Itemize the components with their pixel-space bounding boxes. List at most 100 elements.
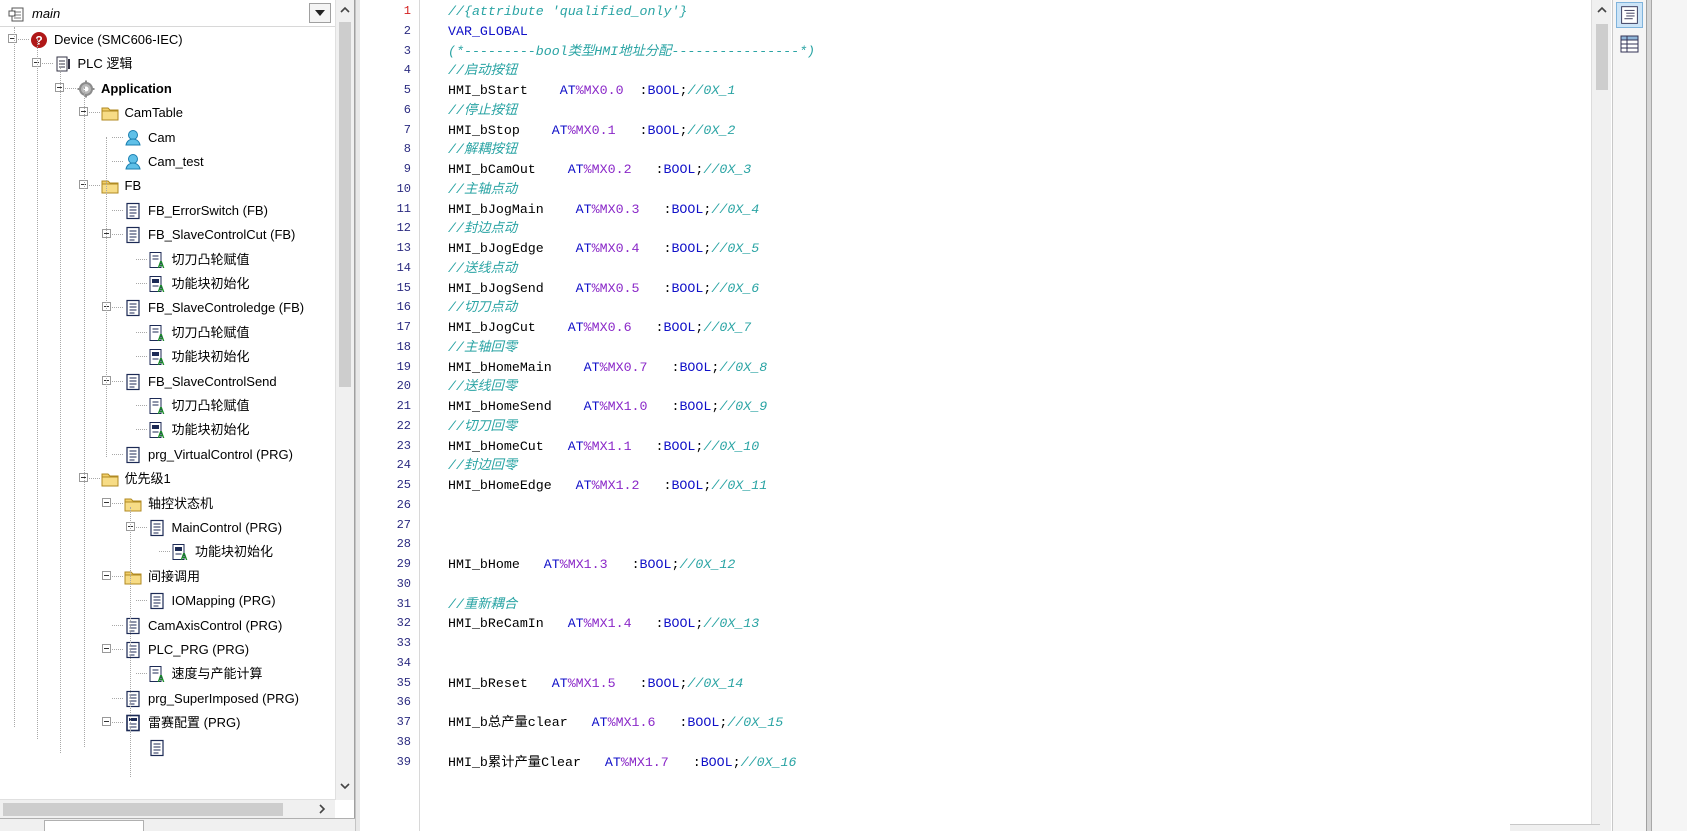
editor-vertical-scrollbar[interactable] bbox=[1591, 0, 1611, 831]
tree-node-item-26[interactable]: A 速度与产能计算 bbox=[148, 661, 263, 687]
code-line[interactable]: HMI_bStart AT%MX0.0 :BOOL;//0X_1 bbox=[448, 80, 735, 101]
code-line[interactable]: HMI_bHomeMain AT%MX0.7 :BOOL;//0X_8 bbox=[448, 357, 767, 378]
tree-node-item-10[interactable]: A 功能块初始化 bbox=[148, 271, 250, 297]
tree-node-item-16[interactable]: A 功能块初始化 bbox=[148, 417, 250, 443]
tree-connector bbox=[41, 63, 53, 65]
code-line[interactable]: HMI_b累计产量Clear AT%MX1.7 :BOOL;//0X_16 bbox=[448, 752, 796, 773]
code-token-cmt: //0X_5 bbox=[711, 241, 760, 256]
tree-vertical-scrollbar[interactable] bbox=[335, 0, 354, 800]
tree-scroll-thumb[interactable] bbox=[339, 22, 351, 387]
code-token-addr: %MX0.6 bbox=[583, 320, 632, 335]
code-token-id: : bbox=[639, 478, 672, 493]
collapse-toggle-icon[interactable] bbox=[78, 107, 88, 117]
code-line[interactable]: //主轴点动 bbox=[448, 179, 517, 200]
tree-node-iomapping-prg[interactable]: IOMapping (PRG) bbox=[148, 588, 276, 614]
tree-node-application[interactable]: Application bbox=[77, 76, 172, 102]
tree-node-item-13[interactable]: A 功能块初始化 bbox=[148, 344, 250, 370]
tree-node-cam-test[interactable]: Cam_test bbox=[124, 149, 204, 175]
code-line[interactable]: //送线点动 bbox=[448, 258, 517, 279]
code-line[interactable]: HMI_bStop AT%MX0.1 :BOOL;//0X_2 bbox=[448, 120, 735, 141]
line-number: 10 bbox=[396, 181, 411, 196]
line-number: 3 bbox=[403, 43, 411, 58]
tree-guide-line bbox=[14, 27, 15, 727]
tree-node-camtable[interactable]: CamTable bbox=[101, 100, 183, 126]
textual-view-button[interactable] bbox=[1616, 2, 1643, 28]
code-line[interactable]: (*---------bool类型HMI地址分配----------------… bbox=[448, 41, 815, 62]
code-editor[interactable]: 1 2 3 4 5 6 7 8 9 10 11 12 13 14 15 16 17 18 19 20 21 22 23 24 2… bbox=[360, 0, 1611, 831]
code-line[interactable]: VAR_GLOBAL bbox=[448, 21, 528, 42]
tree-node-plc[interactable]: PLC 逻辑 bbox=[54, 51, 132, 77]
code-line[interactable]: //启动按钮 bbox=[448, 60, 517, 81]
tree-horizontal-scrollbar[interactable] bbox=[0, 799, 335, 818]
tree-node-prg[interactable]: 雷赛配置 (PRG) bbox=[124, 710, 240, 736]
tree-node-item-9[interactable]: A 切刀凸轮赋值 bbox=[148, 247, 250, 273]
panel-tab[interactable] bbox=[44, 820, 144, 831]
code-line[interactable]: //切刀回零 bbox=[448, 416, 517, 437]
tree-node-fb-errorswitch-fb[interactable]: FB_ErrorSwitch (FB) bbox=[124, 198, 268, 224]
collapse-toggle-icon[interactable] bbox=[102, 717, 111, 727]
collapse-toggle-icon[interactable] bbox=[31, 58, 41, 68]
collapse-toggle-icon[interactable] bbox=[102, 644, 111, 653]
collapse-toggle-icon[interactable] bbox=[78, 473, 88, 483]
code-line[interactable]: HMI_bHomeCut AT%MX1.1 :BOOL;//0X_10 bbox=[448, 436, 759, 457]
tree-node-fb-slavecontrolcut-fb[interactable]: FB_SlaveControlCut (FB) bbox=[124, 222, 295, 248]
tree-node-partial[interactable] bbox=[148, 735, 172, 761]
code-area[interactable]: //{attribute 'qualified_only'} VAR_GLOBAL… bbox=[448, 0, 1548, 831]
tree-node-label: Application bbox=[101, 80, 172, 96]
collapse-toggle-icon[interactable] bbox=[8, 34, 17, 43]
code-line[interactable]: //主轴回零 bbox=[448, 337, 517, 358]
line-number: 15 bbox=[396, 280, 411, 295]
tree-node-fb-slavecontrolsend[interactable]: FB_SlaveControlSend bbox=[124, 369, 277, 395]
tree-node-item-19[interactable]: 轴控状态机 bbox=[124, 491, 213, 517]
code-token-cmt: //0X_1 bbox=[687, 83, 736, 98]
code-line[interactable]: HMI_bHomeEdge AT%MX1.2 :BOOL;//0X_11 bbox=[448, 475, 767, 496]
line-number: 39 bbox=[396, 754, 411, 769]
tree-node-fb-slavecontroledge-fb[interactable]: FB_SlaveControledge (FB) bbox=[124, 295, 304, 321]
code-line[interactable]: HMI_bJogSend AT%MX0.5 :BOOL;//0X_6 bbox=[448, 278, 759, 299]
editor-horizontal-scrollbar[interactable] bbox=[1510, 824, 1600, 831]
scroll-right-arrow-icon[interactable] bbox=[316, 803, 328, 815]
code-line[interactable]: //送线回零 bbox=[448, 376, 517, 397]
tree-dropdown-button[interactable] bbox=[309, 3, 331, 23]
tree-node-maincontrol-prg[interactable]: MainControl (PRG) bbox=[148, 515, 282, 541]
code-line[interactable]: HMI_b总产量clear AT%MX1.6 :BOOL;//0X_15 bbox=[448, 712, 783, 733]
code-token-id: HMI_bJogEdge bbox=[448, 241, 576, 256]
code-line[interactable]: HMI_bJogCut AT%MX0.6 :BOOL;//0X_7 bbox=[448, 317, 751, 338]
tree-node-device-smc606-iec[interactable]: ? Device (SMC606-IEC) bbox=[30, 27, 183, 53]
tree-connector bbox=[135, 331, 147, 333]
tree-node-item-22[interactable]: 间接调用 bbox=[124, 564, 200, 590]
code-line[interactable]: HMI_bHomeSend AT%MX1.0 :BOOL;//0X_9 bbox=[448, 396, 767, 417]
collapse-toggle-icon[interactable] bbox=[78, 180, 88, 190]
tree-hscroll-thumb[interactable] bbox=[3, 803, 283, 816]
code-line[interactable]: //重新耦合 bbox=[448, 594, 517, 615]
tree-node-item-12[interactable]: A 切刀凸轮赋值 bbox=[148, 320, 250, 346]
tree-node-prg-virtualcontrol-prg[interactable]: prg_VirtualControl (PRG) bbox=[124, 442, 293, 468]
tree-node-item-21[interactable]: A 功能块初始化 bbox=[171, 539, 273, 565]
tree-node-cam[interactable]: Cam bbox=[124, 125, 175, 151]
code-line[interactable]: //停止按钮 bbox=[448, 100, 517, 121]
tree-node-plc-prg-prg[interactable]: PLC_PRG (PRG) bbox=[124, 637, 249, 663]
code-line[interactable]: //切刀点动 bbox=[448, 297, 517, 318]
code-line[interactable]: //封边回零 bbox=[448, 455, 517, 476]
scroll-down-arrow-icon[interactable] bbox=[339, 780, 351, 792]
collapse-toggle-icon[interactable] bbox=[102, 570, 111, 580]
code-line[interactable]: HMI_bJogEdge AT%MX0.4 :BOOL;//0X_5 bbox=[448, 238, 759, 259]
code-line[interactable]: //封边点动 bbox=[448, 218, 517, 239]
code-line[interactable]: HMI_bJogMain AT%MX0.3 :BOOL;//0X_4 bbox=[448, 199, 759, 220]
code-line[interactable]: //{attribute 'qualified_only'} bbox=[448, 1, 687, 22]
code-line[interactable]: HMI_bReCamIn AT%MX1.4 :BOOL;//0X_13 bbox=[448, 613, 759, 634]
scroll-up-arrow-icon[interactable] bbox=[1596, 4, 1608, 16]
tree-connector bbox=[112, 453, 123, 455]
code-line[interactable]: //解耦按钮 bbox=[448, 139, 517, 160]
scroll-up-arrow-icon[interactable] bbox=[339, 4, 351, 16]
collapse-toggle-icon[interactable] bbox=[102, 497, 111, 507]
tree-node-item-15[interactable]: A 切刀凸轮赋值 bbox=[148, 393, 250, 419]
tree-node-prg-superimposed-prg[interactable]: prg_SuperImposed (PRG) bbox=[124, 686, 299, 712]
code-line[interactable]: HMI_bCamOut AT%MX0.2 :BOOL;//0X_3 bbox=[448, 159, 751, 180]
tree-node-1[interactable]: 优先级1 bbox=[101, 466, 171, 492]
tabular-view-button[interactable] bbox=[1616, 31, 1643, 57]
code-line[interactable]: HMI_bReset AT%MX1.5 :BOOL;//0X_14 bbox=[448, 673, 743, 694]
editor-scroll-thumb[interactable] bbox=[1596, 24, 1608, 90]
code-line[interactable]: HMI_bHome AT%MX1.3 :BOOL;//0X_12 bbox=[448, 554, 735, 575]
tree-node-camaxiscontrol-prg[interactable]: CamAxisControl (PRG) bbox=[124, 613, 282, 639]
